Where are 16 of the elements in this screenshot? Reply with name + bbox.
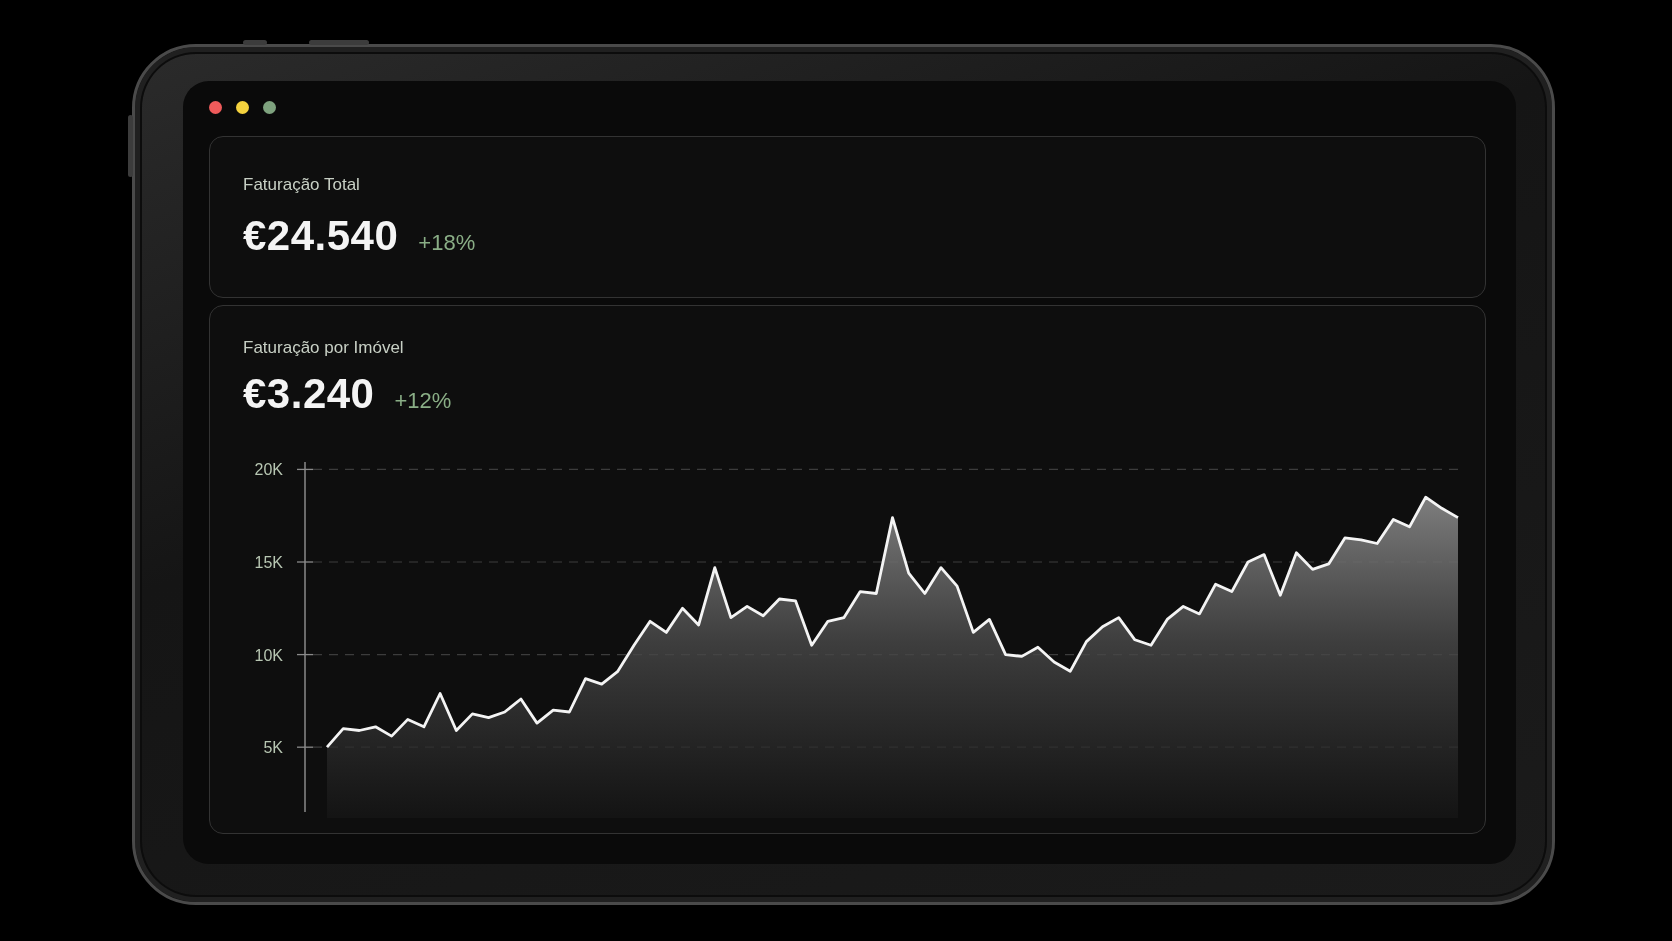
card-value: €3.240 [243, 370, 375, 418]
card-title: Faturação por Imóvel [243, 338, 404, 358]
change-percent: +18% [418, 230, 476, 256]
change-percent: +12% [394, 388, 452, 414]
axis-tick-label: 5K [263, 739, 283, 757]
frame-bump [309, 40, 369, 45]
card-title: Faturação Total [243, 175, 360, 195]
axis-tick-label: 20K [254, 461, 283, 479]
card-value: €24.540 [243, 212, 399, 260]
axis-tick-label: 15K [254, 554, 283, 571]
window-control-icon[interactable] [263, 101, 276, 114]
window-control-icon[interactable] [236, 101, 249, 114]
window-control-icon[interactable] [209, 101, 222, 114]
frame-bump [128, 115, 133, 177]
axis-tick-label: 10K [254, 646, 283, 664]
frame-bump [243, 40, 267, 45]
